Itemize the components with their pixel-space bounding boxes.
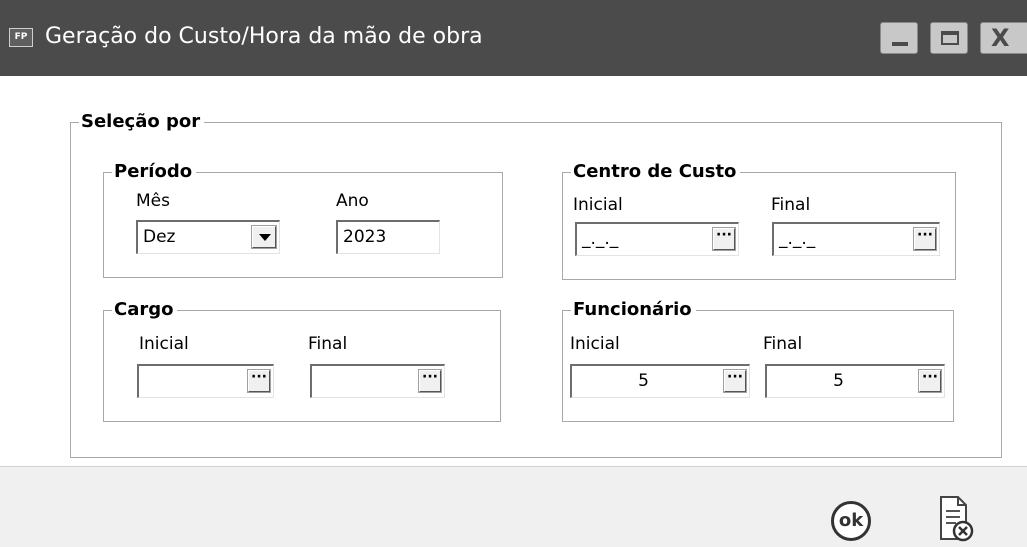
selecao-title: Seleção por (81, 111, 201, 132)
mes-value: Dez (143, 227, 176, 247)
cargo-inicial-label: Inicial (139, 334, 189, 354)
chevron-down-icon (259, 234, 271, 241)
button-bar: ok (0, 466, 1027, 547)
lookup-button[interactable]: ··· (913, 227, 937, 251)
funcionario-final-value: 5 (833, 371, 844, 391)
centro-custo-group: Centro de Custo (562, 162, 956, 280)
cargo-title: Cargo (114, 299, 174, 320)
centro-custo-inicial-input[interactable]: _._._ ··· (575, 222, 739, 256)
title-bar: FP Geração do Custo/Hora da mão de obra … (0, 0, 1027, 76)
app-icon: FP (9, 28, 33, 47)
ano-input[interactable]: 2023 (336, 220, 440, 254)
mes-label: Mês (136, 191, 170, 211)
lookup-button[interactable]: ··· (418, 369, 442, 393)
ano-label: Ano (336, 191, 369, 211)
funcionario-inicial-label: Inicial (570, 334, 620, 354)
centro-custo-inicial-value: _._._ (582, 229, 619, 249)
funcionario-final-input[interactable]: 5 ··· (765, 364, 945, 398)
minimize-button[interactable] (880, 22, 918, 54)
lookup-button[interactable]: ··· (247, 369, 271, 393)
lookup-button[interactable]: ··· (918, 369, 942, 393)
maximize-icon (941, 31, 959, 45)
cargo-final-label: Final (308, 334, 348, 354)
funcionario-inicial-input[interactable]: 5 ··· (570, 364, 750, 398)
funcionario-inicial-value: 5 (638, 371, 649, 391)
cargo-inicial-input[interactable]: ··· (137, 364, 274, 398)
lookup-button[interactable]: ··· (723, 369, 747, 393)
lookup-button[interactable]: ··· (712, 227, 736, 251)
dropdown-arrow-button[interactable] (251, 225, 277, 249)
maximize-button[interactable] (930, 22, 968, 54)
close-button[interactable]: X (980, 22, 1027, 54)
close-icon: X (991, 24, 1010, 52)
centro-custo-inicial-label: Inicial (573, 195, 623, 215)
ano-value: 2023 (343, 227, 387, 247)
minimize-icon (892, 42, 908, 46)
ok-button[interactable]: ok (831, 501, 871, 541)
centro-custo-final-input[interactable]: _._._ ··· (772, 222, 940, 256)
centro-custo-title: Centro de Custo (573, 161, 737, 182)
centro-custo-final-value: _._._ (779, 229, 816, 249)
centro-custo-final-label: Final (771, 195, 811, 215)
window-title: Geração do Custo/Hora da mão de obra (45, 24, 483, 49)
funcionario-group: Funcionário (562, 300, 954, 422)
cargo-group: Cargo (103, 300, 501, 422)
form-area: Seleção por Período Mês Dez Ano 2023 Cen… (0, 76, 1027, 466)
funcionario-title: Funcionário (573, 299, 692, 320)
funcionario-final-label: Final (763, 334, 803, 354)
periodo-title: Período (114, 161, 193, 182)
cargo-final-input[interactable]: ··· (310, 364, 445, 398)
cancel-document-icon (940, 496, 974, 542)
cancel-button[interactable] (938, 495, 974, 543)
mes-select[interactable]: Dez (136, 220, 280, 254)
